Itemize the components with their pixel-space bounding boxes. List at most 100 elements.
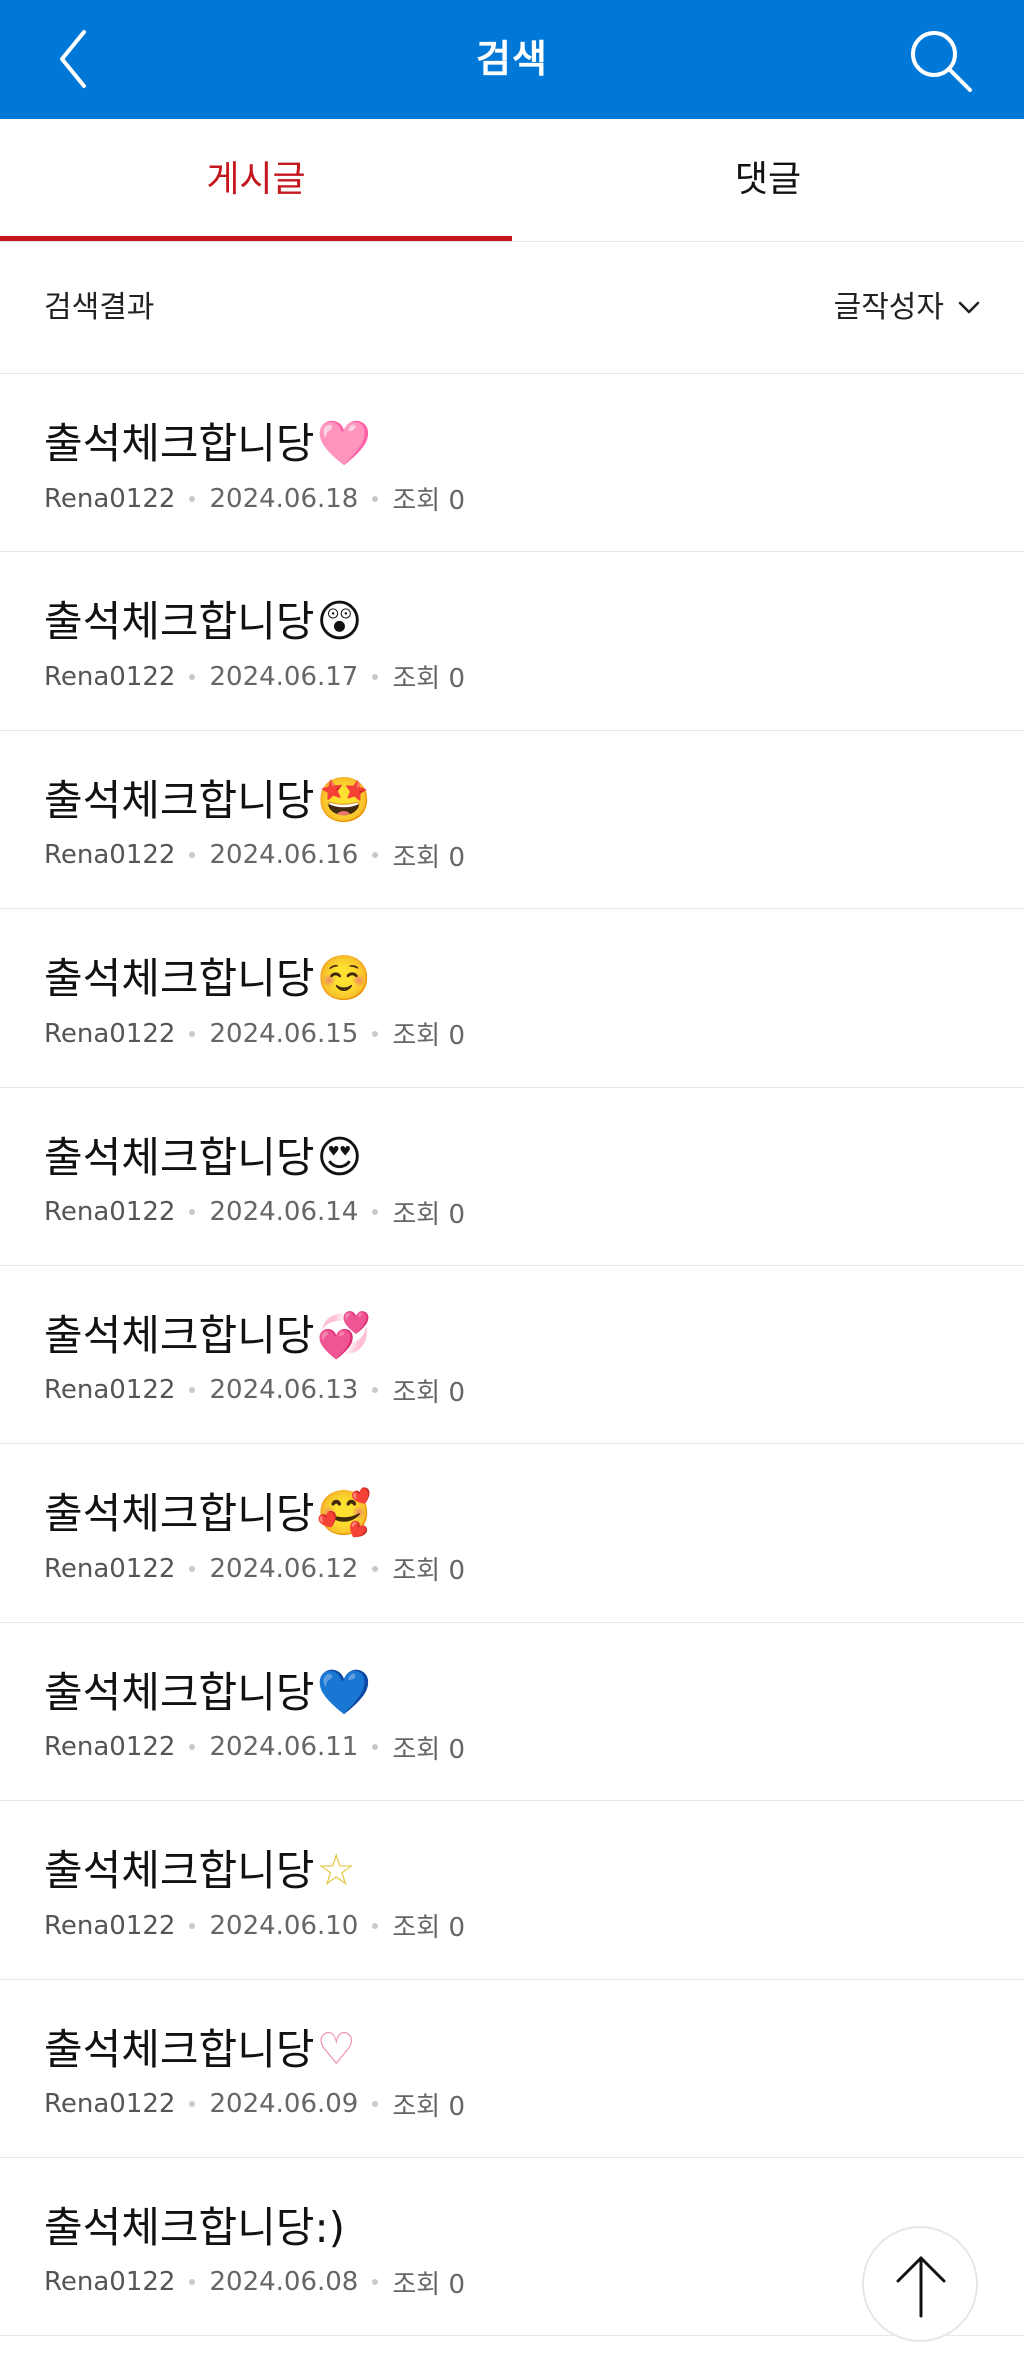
list-item[interactable]: 출석체크합니당♡ Rena0122 2024.06.09 조회 0 <box>0 1980 1024 2158</box>
post-title-text: 출석체크합니당 <box>44 2024 315 2074</box>
star-struck-face-icon: 🤩 <box>316 774 372 826</box>
post-meta: Rena0122 2024.06.12 조회 0 <box>44 1550 465 1587</box>
post-meta: Rena0122 2024.06.16 조회 0 <box>44 837 465 874</box>
post-title: 출석체크합니당💞 <box>44 1302 371 1363</box>
heart-eyes-face-icon: 😍 <box>316 1131 363 1183</box>
post-title-text: 출석체크합니당 <box>44 954 315 1004</box>
sort-label: 글작성자 <box>833 290 944 325</box>
separator-dot <box>189 1209 196 1216</box>
post-date: 2024.06.08 <box>209 2267 359 2298</box>
list-item[interactable]: 출석체크합니당💙 Rena0122 2024.06.11 조회 0 <box>0 1623 1024 1802</box>
post-views: 조회 0 <box>392 486 466 516</box>
post-views: 조회 0 <box>392 1199 466 1230</box>
post-author: Rena0122 <box>44 1197 176 1228</box>
separator-dot <box>189 2279 196 2286</box>
post-meta: Rena0122 2024.06.08 조회 0 <box>44 2264 465 2301</box>
sort-dropdown[interactable]: 글작성자 <box>834 242 980 374</box>
tab-comments[interactable]: 댓글 <box>512 119 1024 241</box>
separator-dot <box>189 495 196 502</box>
arrow-up-icon <box>896 2256 946 2318</box>
post-date: 2024.06.12 <box>209 1553 359 1584</box>
post-meta: Rena0122 2024.06.18 조회 0 <box>44 480 465 517</box>
post-meta: Rena0122 2024.06.13 조회 0 <box>44 1372 465 1409</box>
separator-dot <box>372 852 379 859</box>
post-title-text: 출석체크합니당:) <box>44 2202 346 2252</box>
post-title-text: 출석체크합니당 <box>44 597 315 647</box>
separator-dot <box>189 1030 196 1037</box>
post-meta: Rena0122 2024.06.17 조회 0 <box>44 658 465 695</box>
post-title: 출석체크합니당🩷 <box>44 410 371 471</box>
post-views: 조회 0 <box>392 1021 466 1052</box>
post-title: 출석체크합니당☺️ <box>44 945 371 1006</box>
separator-dot <box>372 1030 379 1037</box>
post-title: 출석체크합니당☆ <box>44 1837 356 1898</box>
post-views: 조회 0 <box>392 1377 466 1408</box>
separator-dot <box>372 1387 379 1394</box>
post-date: 2024.06.10 <box>209 1910 359 1941</box>
post-meta: Rena0122 2024.06.14 조회 0 <box>44 1194 465 1231</box>
separator-dot <box>372 1565 379 1572</box>
post-author: Rena0122 <box>44 661 176 692</box>
list-item[interactable]: 출석체크합니당😲 Rena0122 2024.06.17 조회 0 <box>0 552 1024 731</box>
post-author: Rena0122 <box>44 1018 176 1049</box>
post-date: 2024.06.09 <box>209 2089 359 2120</box>
list-item[interactable]: 출석체크합니당☆ Rena0122 2024.06.10 조회 0 <box>0 1801 1024 1980</box>
post-title-text: 출석체크합니당 <box>44 1489 315 1539</box>
star-outline-icon: ☆ <box>316 1845 356 1897</box>
list-item[interactable]: 출석체크합니당💞 Rena0122 2024.06.13 조회 0 <box>0 1266 1024 1445</box>
app-header: 검색 <box>0 0 1024 119</box>
list-item[interactable]: 출석체크합니당☺️ Rena0122 2024.06.15 조회 0 <box>0 909 1024 1088</box>
heart-outline-icon: ♡ <box>316 2023 356 2075</box>
post-title-text: 출석체크합니당 <box>44 1310 315 1360</box>
post-title: 출석체크합니당🤩 <box>44 767 371 828</box>
astonished-face-icon: 😲 <box>316 596 363 648</box>
search-button[interactable] <box>906 26 976 96</box>
post-date: 2024.06.17 <box>209 661 359 692</box>
post-date: 2024.06.14 <box>209 1197 359 1228</box>
separator-dot <box>372 1922 379 1929</box>
list-item[interactable]: 출석체크합니당🥰 Rena0122 2024.06.12 조회 0 <box>0 1444 1024 1623</box>
separator-dot <box>189 1744 196 1751</box>
post-author: Rena0122 <box>44 1910 176 1941</box>
chevron-down-icon <box>958 301 980 314</box>
separator-dot <box>189 1387 196 1394</box>
post-title-text: 출석체크합니당 <box>44 1667 315 1717</box>
post-title-text: 출석체크합니당 <box>44 419 315 468</box>
post-author: Rena0122 <box>44 483 176 514</box>
smiling-face-with-hearts-icon: 🥰 <box>316 1488 372 1540</box>
post-title-text: 출석체크합니당 <box>44 1132 315 1182</box>
post-meta: Rena0122 2024.06.10 조회 0 <box>44 1907 465 1944</box>
tab-bar: 게시글 댓글 <box>0 119 1024 242</box>
separator-dot <box>372 495 379 502</box>
list-item[interactable]: 출석체크합니당🩷 Rena0122 2024.06.18 조회 0 <box>0 374 1024 553</box>
blue-heart-icon: 💙 <box>316 1666 372 1718</box>
list-item[interactable]: 출석체크합니당😍 Rena0122 2024.06.14 조회 0 <box>0 1088 1024 1266</box>
pink-heart-icon: 🩷 <box>316 418 372 469</box>
post-meta: Rena0122 2024.06.15 조회 0 <box>44 1015 465 1052</box>
tab-posts[interactable]: 게시글 <box>0 119 512 241</box>
scroll-to-top-button[interactable] <box>862 2226 978 2342</box>
post-list: 출석체크합니당🩷 Rena0122 2024.06.18 조회 0 출석체크합니… <box>0 374 1024 2337</box>
smiling-face-icon: ☺️ <box>316 953 372 1005</box>
post-title: 출석체크합니당🥰 <box>44 1480 371 1541</box>
post-views: 조회 0 <box>392 2269 466 2300</box>
list-item[interactable]: 출석체크합니당🤩 Rena0122 2024.06.16 조회 0 <box>0 731 1024 910</box>
post-views: 조회 0 <box>392 1734 466 1765</box>
post-date: 2024.06.16 <box>209 840 359 871</box>
post-date: 2024.06.15 <box>209 1018 359 1049</box>
post-views: 조회 0 <box>392 842 466 873</box>
separator-dot <box>189 1922 196 1929</box>
separator-dot <box>372 2279 379 2286</box>
post-author: Rena0122 <box>44 1375 176 1406</box>
post-author: Rena0122 <box>44 840 176 871</box>
post-views: 조회 0 <box>392 1556 466 1587</box>
results-label: 검색결과 <box>44 290 155 325</box>
results-header: 검색결과 글작성자 <box>0 242 1024 374</box>
separator-dot <box>372 1744 379 1751</box>
active-tab-indicator <box>0 236 512 241</box>
post-title: 출석체크합니당♡ <box>44 2016 356 2077</box>
separator-dot <box>372 673 379 680</box>
separator-dot <box>189 673 196 680</box>
post-author: Rena0122 <box>44 1732 176 1763</box>
post-views: 조회 0 <box>392 1913 466 1944</box>
